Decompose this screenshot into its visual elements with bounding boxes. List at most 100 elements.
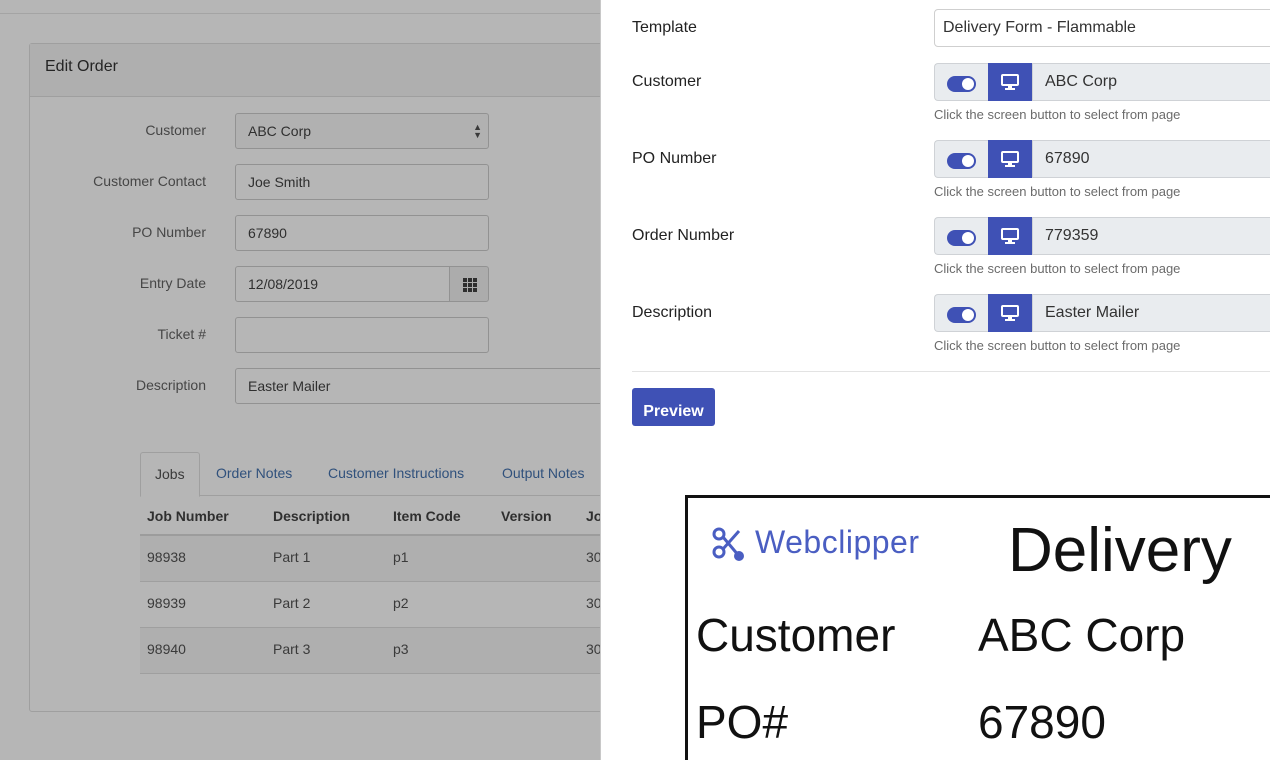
ticket-label: Ticket #: [157, 326, 207, 342]
table-row[interactable]: 98940 Part 3 p3 30: [140, 628, 600, 674]
customer-toggle[interactable]: [947, 76, 976, 92]
po-number-hint: Click the screen button to select from p…: [934, 184, 1181, 199]
col-description: Description: [273, 508, 351, 524]
description-label: Description: [135, 377, 206, 393]
toggle-knob: [962, 155, 974, 167]
description-row: Description Easter Mailer: [30, 368, 600, 404]
customer-input-group: ABC Corp: [934, 63, 1270, 101]
brand-name: Webclipper: [755, 524, 920, 560]
toggle-knob: [962, 78, 974, 90]
col-item-code: Item Code: [393, 508, 461, 524]
monitor-icon: [1001, 151, 1019, 167]
monitor-icon: [1001, 228, 1019, 244]
toggle-container: [934, 294, 988, 332]
customer-value[interactable]: ABC Corp: [1032, 63, 1270, 101]
template-label: Template: [632, 19, 697, 36]
brand-logo: Webclipper: [711, 524, 919, 567]
customer-field-label: Customer: [632, 73, 702, 90]
description-field-label: Description: [632, 304, 713, 321]
card-title: Edit Order: [30, 44, 600, 97]
po-number-field-label: PO Number: [632, 150, 717, 167]
order-number-input-group: 779359: [934, 217, 1270, 255]
po-number-input-group: 67890: [934, 140, 1270, 178]
description-input-group: Easter Mailer: [934, 294, 1270, 332]
tab-order-notes[interactable]: Order Notes: [216, 452, 292, 496]
tab-jobs[interactable]: Jobs: [140, 452, 200, 497]
edit-order-card: Edit Order Customer ABC Corp ▲ ▼ Customer…: [29, 43, 600, 712]
table-row[interactable]: 98939 Part 2 p2 30: [140, 582, 600, 628]
tab-customer-instructions[interactable]: Customer Instructions: [328, 452, 464, 496]
description-toggle[interactable]: [947, 307, 976, 323]
top-bar: [0, 0, 600, 14]
order-number-screen-button[interactable]: [988, 217, 1032, 255]
cell-description: Part 3: [273, 641, 311, 657]
jobs-table: Job Number Description Item Code Version…: [140, 496, 600, 674]
entry-date-input[interactable]: 12/08/2019: [235, 266, 450, 302]
po-number-screen-button[interactable]: [988, 140, 1032, 178]
order-number-toggle[interactable]: [947, 230, 976, 246]
po-number-value[interactable]: 67890: [1032, 140, 1270, 178]
po-number-label: PO Number: [132, 224, 206, 240]
po-number-row: PO Number 67890: [30, 215, 600, 251]
customer-contact-label: Customer Contact: [93, 173, 206, 189]
order-number-hint: Click the screen button to select from p…: [934, 261, 1181, 276]
toggle-container: [934, 217, 988, 255]
customer-screen-button[interactable]: [988, 63, 1032, 101]
toggle-container: [934, 63, 988, 101]
cell-description: Part 2: [273, 595, 311, 611]
divider: [632, 371, 1270, 372]
table-row[interactable]: 98938 Part 1 p1 30: [140, 536, 600, 582]
doc-customer-label: Customer: [696, 609, 896, 661]
tab-output-notes[interactable]: Output Notes: [502, 452, 585, 496]
order-tabs: Jobs Order Notes Customer Instructions O…: [140, 452, 600, 497]
toggle-knob: [962, 309, 974, 321]
order-number-value[interactable]: 779359: [1032, 217, 1270, 255]
description-hint: Click the screen button to select from p…: [934, 338, 1181, 353]
customer-contact-row: Customer Contact Joe Smith: [30, 164, 600, 200]
col-version: Version: [501, 508, 552, 524]
table-header: Job Number Description Item Code Version…: [140, 496, 600, 536]
order-number-field-label: Order Number: [632, 227, 735, 244]
document-title: Delivery: [1008, 516, 1232, 585]
toggle-container: [934, 140, 988, 178]
cell-job-number: 98940: [147, 641, 186, 657]
customer-select-value: ABC Corp: [248, 123, 312, 139]
monitor-icon: [1001, 74, 1019, 90]
cell-jo: 30: [586, 549, 600, 565]
doc-po-label: PO#: [696, 696, 789, 748]
customer-row: Customer ABC Corp ▲ ▼: [30, 113, 600, 149]
cell-jo: 30: [586, 595, 600, 611]
description-screen-button[interactable]: [988, 294, 1032, 332]
entry-date-label: Entry Date: [139, 275, 206, 291]
edit-order-page: Edit Order Customer ABC Corp ▲ ▼ Customer…: [0, 0, 600, 760]
monitor-icon: [1001, 305, 1019, 321]
ticket-row: Ticket #: [30, 317, 600, 353]
entry-date-row: Entry Date 12/08/2019: [30, 266, 600, 302]
calendar-button[interactable]: [449, 266, 489, 302]
col-job-number: Job Number: [147, 508, 229, 524]
customer-label: Customer: [145, 122, 206, 138]
po-number-input[interactable]: 67890: [235, 215, 489, 251]
preview-button[interactable]: Preview: [632, 388, 715, 426]
preview-document: Webclipper Delivery Customer ABC Corp PO…: [685, 495, 1270, 760]
description-input[interactable]: Easter Mailer: [235, 368, 600, 404]
doc-customer-value: ABC Corp: [978, 609, 1186, 661]
select-arrows-icon: ▲ ▼: [473, 122, 482, 140]
customer-select[interactable]: ABC Corp ▲ ▼: [235, 113, 489, 149]
doc-po-value: 67890: [978, 696, 1106, 748]
cell-item-code: p3: [393, 641, 409, 657]
description-value[interactable]: Easter Mailer: [1032, 294, 1270, 332]
cell-job-number: 98939: [147, 595, 186, 611]
cell-description: Part 1: [273, 549, 311, 565]
cell-job-number: 98938: [147, 549, 186, 565]
po-number-toggle[interactable]: [947, 153, 976, 169]
customer-hint: Click the screen button to select from p…: [934, 107, 1181, 122]
calendar-grid-icon: [463, 278, 477, 292]
cell-item-code: p1: [393, 549, 409, 565]
cell-item-code: p2: [393, 595, 409, 611]
customer-contact-input[interactable]: Joe Smith: [235, 164, 489, 200]
scissors-icon: [712, 527, 744, 561]
template-select[interactable]: Delivery Form - Flammable: [934, 9, 1270, 47]
webclipper-panel: Template Delivery Form - Flammable Custo…: [600, 0, 1270, 760]
ticket-input[interactable]: [235, 317, 489, 353]
